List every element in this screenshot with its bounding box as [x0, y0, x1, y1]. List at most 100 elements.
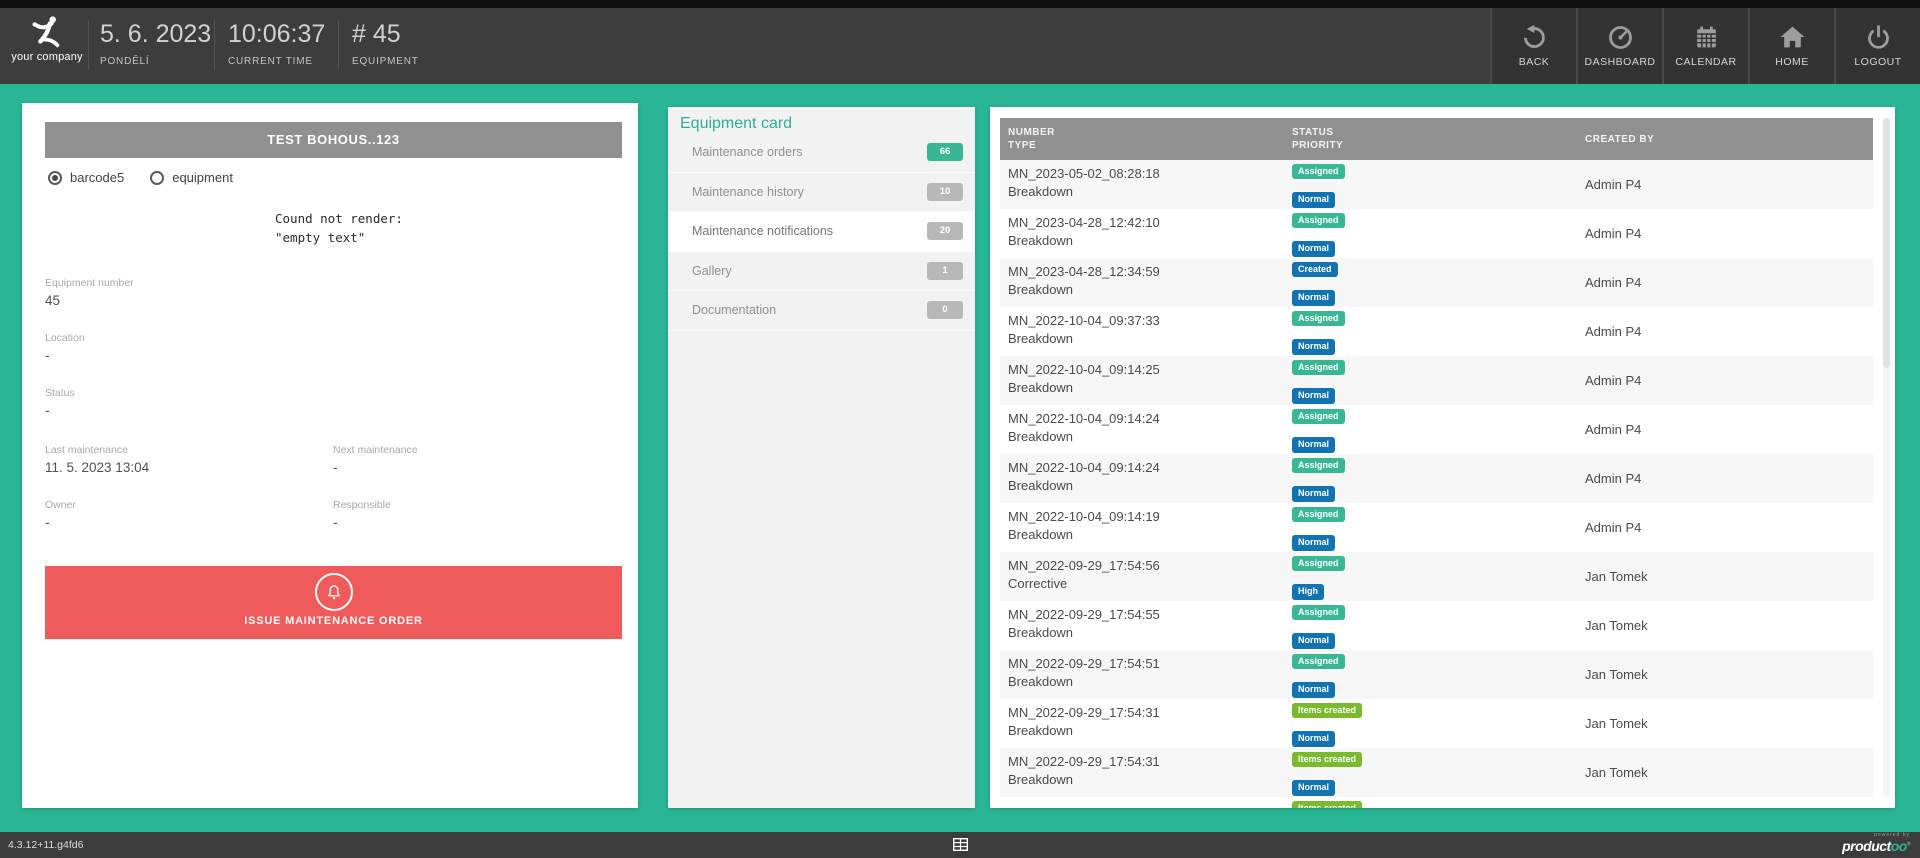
- equipment-card-item-label: Maintenance notifications: [692, 224, 833, 238]
- row-number: MN_2023-05-02_08:28:18: [1008, 166, 1292, 181]
- current-time-label: CURRENT TIME: [228, 56, 325, 67]
- table-row[interactable]: Items created: [1000, 797, 1873, 808]
- header-divider: [214, 20, 215, 70]
- row-type: Breakdown: [1008, 282, 1292, 297]
- equipment-card-item[interactable]: Maintenance orders 66: [668, 133, 975, 173]
- equipment-card-item-label: Gallery: [692, 264, 732, 278]
- table-row[interactable]: MN_2023-04-28_12:34:59 Breakdown Created…: [1000, 258, 1873, 307]
- home-button[interactable]: HOME: [1748, 8, 1834, 84]
- priority-badge: Normal: [1292, 388, 1335, 403]
- row-created-by: Admin P4: [1585, 324, 1641, 339]
- row-type: Breakdown: [1008, 380, 1292, 395]
- dashboard-button[interactable]: DASHBOARD: [1576, 8, 1662, 84]
- barcode5-radio[interactable]: [48, 171, 62, 185]
- status-badge: Assigned: [1292, 605, 1345, 620]
- equipment-radio[interactable]: [150, 171, 164, 185]
- equipment-card-item[interactable]: Maintenance notifications 20: [668, 212, 975, 252]
- calendar-icon: [1693, 24, 1720, 51]
- row-type: Breakdown: [1008, 331, 1292, 346]
- next-maintenance-field: Next maintenance -: [333, 444, 418, 475]
- table-row[interactable]: MN_2022-09-29_17:54:31 Breakdown Items c…: [1000, 699, 1873, 748]
- table-row[interactable]: MN_2022-10-04_09:14:25 Breakdown Assigne…: [1000, 356, 1873, 405]
- row-created-by: Admin P4: [1585, 471, 1641, 486]
- row-created-by: Admin P4: [1585, 226, 1641, 241]
- orders-table-body: MN_2023-05-02_08:28:18 Breakdown Assigne…: [1000, 160, 1873, 808]
- equipment-card-item-label: Maintenance orders: [692, 145, 802, 159]
- status-badge: Assigned: [1292, 164, 1345, 179]
- equipment-card-title: Equipment card: [680, 115, 792, 133]
- table-row[interactable]: MN_2022-09-29_17:54:55 Breakdown Assigne…: [1000, 601, 1873, 650]
- row-created-by: Admin P4: [1585, 177, 1641, 192]
- status-badge: Assigned: [1292, 507, 1345, 522]
- responsible-field: Responsible -: [333, 499, 391, 530]
- owner-field: Owner -: [45, 499, 76, 530]
- row-number: MN_2022-09-29_17:54:56: [1008, 558, 1292, 573]
- equipment-number-value: # 45: [352, 20, 419, 49]
- row-created-by: Jan Tomek: [1585, 667, 1648, 682]
- priority-badge: Normal: [1292, 780, 1335, 795]
- status-badge: Items created: [1292, 703, 1362, 718]
- status-badge: Assigned: [1292, 556, 1345, 571]
- current-time: 10:06:37: [228, 20, 325, 49]
- priority-badge: Normal: [1292, 192, 1335, 207]
- table-row[interactable]: MN_2023-05-02_08:28:18 Breakdown Assigne…: [1000, 160, 1873, 209]
- time-block: 10:06:37 CURRENT TIME: [228, 8, 325, 84]
- table-row[interactable]: MN_2022-10-04_09:37:33 Breakdown Assigne…: [1000, 307, 1873, 356]
- issue-maintenance-order-button[interactable]: ISSUE MAINTENANCE ORDER: [45, 566, 622, 639]
- row-type: Breakdown: [1008, 527, 1292, 542]
- table-row[interactable]: MN_2022-09-29_17:54:51 Breakdown Assigne…: [1000, 650, 1873, 699]
- equipment-card-panel: Equipment card Maintenance orders 66 Mai…: [668, 107, 975, 808]
- row-number: MN_2022-09-29_17:54:31: [1008, 705, 1292, 720]
- dashboard-icon: [1607, 24, 1634, 51]
- date-block: 5. 6. 2023 PONDĚLÍ: [100, 8, 211, 84]
- row-created-by: Admin P4: [1585, 275, 1641, 290]
- row-number: MN_2022-09-29_17:54:55: [1008, 607, 1292, 622]
- equipment-detail-panel: TEST BOHOUS..123 barcode5 equipment Coun…: [22, 103, 638, 808]
- row-type: Corrective: [1008, 576, 1292, 591]
- last-maintenance-field: Last maintenance 11. 5. 2023 13:04: [45, 444, 149, 475]
- table-header: NUMBERTYPE STATUSPRIORITY CREATED BY: [1000, 118, 1873, 160]
- equipment-card-item[interactable]: Gallery 1: [668, 252, 975, 292]
- bell-icon: [315, 573, 353, 611]
- priority-badge: Normal: [1292, 633, 1335, 648]
- table-scrollbar-thumb[interactable]: [1883, 118, 1890, 368]
- grid-icon[interactable]: [953, 838, 968, 856]
- equipment-block: # 45 EQUIPMENT: [352, 8, 419, 84]
- logout-button[interactable]: LOGOUT: [1834, 8, 1920, 84]
- equipment-card-item-label: Documentation: [692, 303, 776, 317]
- priority-badge: Normal: [1292, 339, 1335, 354]
- back-button[interactable]: BACK: [1490, 8, 1576, 84]
- row-type: Breakdown: [1008, 625, 1292, 640]
- count-badge: 20: [927, 222, 963, 240]
- header-nav: BACK DASHBOARD CALENDAR HOME: [1490, 8, 1920, 84]
- calendar-button[interactable]: CALENDAR: [1662, 8, 1748, 84]
- equipment-card-item[interactable]: Documentation 0: [668, 291, 975, 331]
- row-created-by: Admin P4: [1585, 520, 1641, 535]
- count-badge: 1: [927, 262, 963, 280]
- table-row[interactable]: MN_2022-10-04_09:14:24 Breakdown Assigne…: [1000, 454, 1873, 503]
- row-created-by: Jan Tomek: [1585, 569, 1648, 584]
- equipment-radio-label[interactable]: equipment: [172, 170, 233, 185]
- table-row[interactable]: MN_2022-10-04_09:14:24 Breakdown Assigne…: [1000, 405, 1873, 454]
- header-divider: [88, 20, 89, 70]
- table-row[interactable]: MN_2022-10-04_09:14:19 Breakdown Assigne…: [1000, 503, 1873, 552]
- priority-badge: Normal: [1292, 241, 1335, 256]
- priority-badge: Normal: [1292, 731, 1335, 746]
- equipment-card-item[interactable]: Maintenance history 10: [668, 173, 975, 213]
- app-header: your company 5. 6. 2023 PONDĚLÍ 10:06:37…: [0, 8, 1920, 84]
- back-icon: [1521, 24, 1548, 51]
- version-label: 4.3.12+11.g4fd6: [8, 832, 83, 858]
- equipment-card-list: Maintenance orders 66 Maintenance histor…: [668, 133, 975, 331]
- table-row[interactable]: MN_2022-09-29_17:54:56 Corrective Assign…: [1000, 552, 1873, 601]
- priority-badge: Normal: [1292, 682, 1335, 697]
- row-created-by: Jan Tomek: [1585, 618, 1648, 633]
- row-number: MN_2022-10-04_09:14:24: [1008, 411, 1292, 426]
- row-number: MN_2022-09-29_17:54:51: [1008, 656, 1292, 671]
- table-row[interactable]: MN_2022-09-29_17:54:31 Breakdown Items c…: [1000, 748, 1873, 797]
- company-logo: your company: [4, 11, 90, 81]
- barcode5-radio-label[interactable]: barcode5: [70, 170, 124, 185]
- row-created-by: Jan Tomek: [1585, 765, 1648, 780]
- row-number: MN_2023-04-28_12:34:59: [1008, 264, 1292, 279]
- row-created-by: Admin P4: [1585, 373, 1641, 388]
- table-row[interactable]: MN_2023-04-28_12:42:10 Breakdown Assigne…: [1000, 209, 1873, 258]
